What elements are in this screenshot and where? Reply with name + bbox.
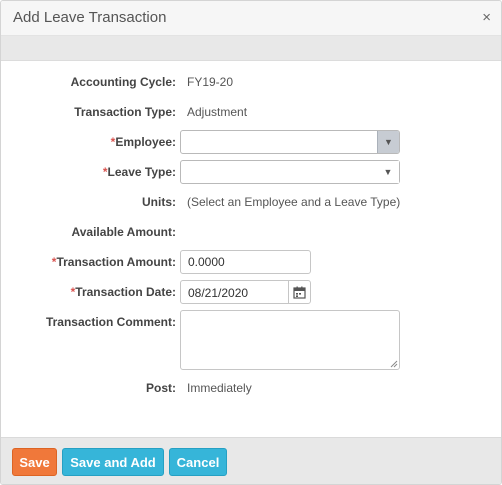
employee-label-text: Employee: [115, 135, 176, 149]
transaction-amount-input[interactable] [180, 250, 311, 274]
leave-type-select[interactable]: ▼ [180, 160, 400, 184]
add-leave-transaction-dialog: Add Leave Transaction × Accounting Cycle… [0, 0, 502, 485]
employee-select[interactable]: ▼ [180, 130, 400, 154]
leave-type-label: *Leave Type: [103, 165, 176, 179]
transaction-amount-label-text: Transaction Amount: [56, 255, 176, 269]
transaction-type-label: Transaction Type: [74, 105, 176, 119]
dialog-footer: Save Save and Add Cancel [1, 437, 501, 484]
close-icon[interactable]: × [482, 9, 491, 26]
chevron-down-icon[interactable]: ▼ [377, 161, 399, 183]
chevron-down-icon[interactable]: ▼ [377, 131, 399, 153]
transaction-amount-label: *Transaction Amount: [52, 255, 176, 269]
dialog-titlebar: Add Leave Transaction × [1, 1, 501, 36]
transaction-date-input[interactable]: 08/21/2020 [180, 280, 311, 304]
employee-label: *Employee: [111, 135, 176, 149]
post-label: Post: [146, 381, 176, 395]
leave-type-label-text: Leave Type: [107, 165, 176, 179]
accounting-cycle-value: FY19-20 [187, 75, 234, 89]
available-amount-label: Available Amount: [71, 225, 176, 239]
save-button[interactable]: Save [12, 448, 57, 476]
cancel-button[interactable]: Cancel [169, 448, 227, 476]
save-and-add-button[interactable]: Save and Add [62, 448, 164, 476]
calendar-icon[interactable] [288, 281, 310, 303]
transaction-comment-textarea[interactable] [180, 310, 400, 370]
transaction-comment-label: Transaction Comment: [45, 315, 176, 329]
post-value: Immediately [187, 381, 252, 395]
accounting-cycle-label: Accounting Cycle: [70, 75, 176, 89]
transaction-date-value: 08/21/2020 [188, 286, 249, 300]
resize-grip-icon[interactable] [390, 360, 398, 368]
transaction-date-label: *Transaction Date: [71, 285, 176, 299]
units-label: Units: [142, 195, 176, 209]
units-value: (Select an Employee and a Leave Type) [187, 195, 401, 209]
dialog-title: Add Leave Transaction [13, 9, 167, 26]
transaction-date-label-text: Transaction Date: [75, 285, 176, 299]
transaction-type-value: Adjustment [187, 105, 248, 119]
dialog-toolbar-strip [1, 36, 501, 61]
